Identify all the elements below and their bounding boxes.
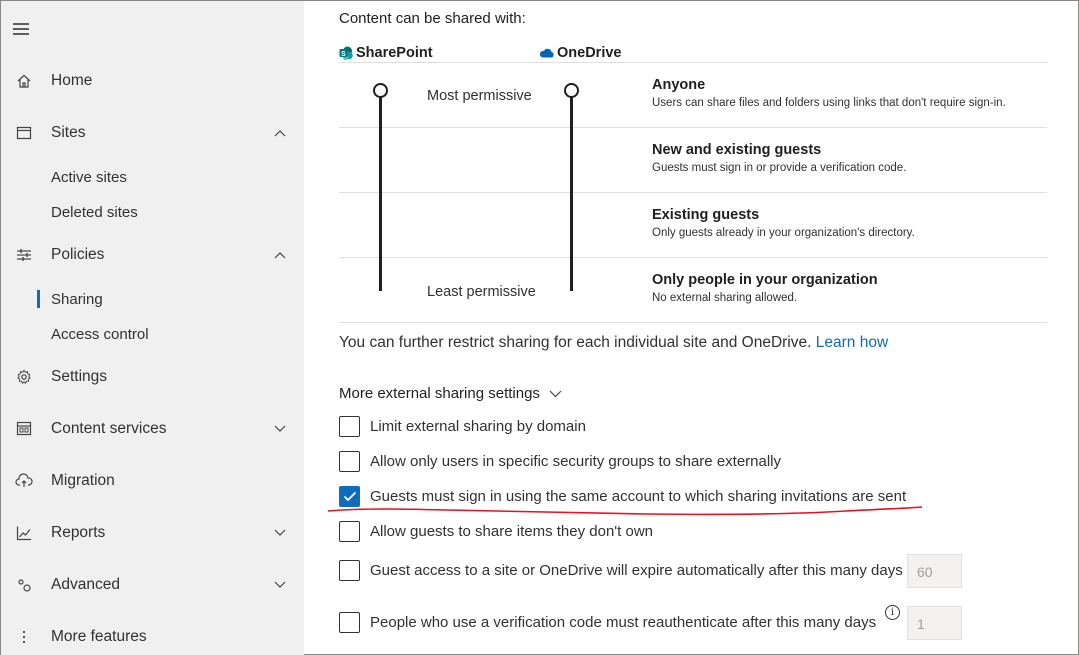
nav-access-control-label: Access control	[51, 325, 149, 343]
option-label: People who use a verification code must …	[370, 614, 877, 631]
nav-migration-label: Migration	[51, 472, 115, 489]
nav-sharing[interactable]: Sharing	[1, 283, 304, 315]
nav-settings[interactable]: Settings	[1, 359, 304, 395]
divider	[339, 322, 1047, 323]
expire-days-input[interactable]: 60	[907, 554, 962, 588]
nav-sharing-label: Sharing	[51, 290, 103, 308]
chevron-down-icon[interactable]	[273, 578, 287, 592]
restrict-text-body: You can further restrict sharing for eac…	[339, 334, 812, 351]
option-guests-share[interactable]: Allow guests to share items they don't o…	[339, 521, 653, 542]
level-new-existing-title: New and existing guests	[652, 142, 822, 158]
onedrive-slider-track[interactable]	[570, 93, 573, 291]
option-limit-by-domain[interactable]: Limit external sharing by domain	[339, 416, 586, 437]
info-icon[interactable]: i	[885, 605, 900, 620]
option-label: Allow only users in specific security gr…	[370, 453, 782, 470]
onedrive-header: OneDrive	[539, 45, 621, 61]
nav-advanced-label: Advanced	[51, 576, 120, 593]
nav-deleted-sites-label: Deleted sites	[51, 203, 138, 221]
option-label: Allow guests to share items they don't o…	[370, 523, 654, 540]
chevron-down-icon	[549, 390, 562, 397]
svg-text:S: S	[341, 51, 346, 58]
nav-active-sites[interactable]: Active sites	[1, 161, 304, 193]
checkbox[interactable]	[339, 451, 360, 472]
nav-content-services[interactable]: Content services	[1, 411, 304, 447]
checkbox[interactable]	[339, 416, 360, 437]
option-reauthenticate[interactable]: People who use a verification code must …	[339, 612, 876, 633]
advanced-icon	[15, 576, 33, 594]
sharepoint-slider-track[interactable]	[379, 93, 382, 291]
restrict-text: You can further restrict sharing for eac…	[339, 334, 888, 352]
sharepoint-slider-thumb[interactable]	[373, 83, 388, 98]
checkbox[interactable]	[339, 521, 360, 542]
divider	[339, 62, 1047, 63]
level-existing-desc: Only guests already in your organization…	[652, 227, 915, 239]
option-label: Guest access to a site or OneDrive will …	[370, 562, 903, 579]
divider	[339, 192, 1047, 193]
nav-more-features[interactable]: More features	[1, 619, 304, 655]
level-new-existing-desc: Guests must sign in or provide a verific…	[652, 162, 907, 174]
nav-sites-label: Sites	[51, 124, 86, 141]
nav-access-control[interactable]: Access control	[1, 318, 304, 350]
level-existing-title: Existing guests	[652, 207, 760, 223]
more-vertical-icon	[15, 628, 33, 646]
more-settings-label: More external sharing settings	[339, 385, 540, 402]
most-permissive-label: Most permissive	[427, 88, 532, 104]
nav-advanced[interactable]: Advanced	[1, 567, 304, 603]
divider	[339, 257, 1047, 258]
onedrive-label: OneDrive	[557, 45, 622, 61]
divider	[339, 127, 1047, 128]
sharepoint-label: SharePoint	[356, 45, 433, 61]
level-org-only-title: Only people in your organization	[652, 272, 878, 288]
chevron-down-icon[interactable]	[273, 526, 287, 540]
more-external-sharing-toggle[interactable]: More external sharing settings	[339, 385, 562, 402]
nav-migration[interactable]: Migration	[1, 463, 304, 499]
nav-sites[interactable]: Sites	[1, 115, 304, 151]
chevron-up-icon[interactable]	[273, 248, 287, 262]
hamburger-icon[interactable]	[13, 23, 29, 35]
checkbox[interactable]	[339, 612, 360, 633]
least-permissive-label: Least permissive	[427, 284, 536, 300]
nav-home[interactable]: Home	[1, 63, 304, 99]
home-icon	[15, 72, 33, 90]
sliders-icon	[15, 246, 33, 264]
section-title: Content can be shared with:	[339, 10, 526, 27]
nav-settings-label: Settings	[51, 368, 108, 385]
option-label: Limit external sharing by domain	[370, 418, 586, 435]
main-content: Content can be shared with: S SharePoint…	[304, 1, 1079, 655]
nav-policies-label: Policies	[51, 246, 105, 263]
nav-home-label: Home	[51, 72, 93, 89]
learn-how-link[interactable]: Learn how	[816, 334, 888, 351]
active-indicator	[37, 290, 40, 308]
cloud-upload-icon	[15, 472, 33, 490]
option-security-groups[interactable]: Allow only users in specific security gr…	[339, 451, 781, 472]
level-anyone-title: Anyone	[652, 77, 706, 93]
nav-content-services-label: Content services	[51, 420, 167, 437]
left-navigation: Home Sites Active sites Deleted sites Po…	[1, 1, 304, 655]
sharepoint-icon: S	[339, 46, 353, 60]
content-services-icon	[15, 420, 33, 438]
reauth-days-input[interactable]: 1	[907, 606, 962, 640]
nav-reports-label: Reports	[51, 524, 106, 541]
option-guest-expire[interactable]: Guest access to a site or OneDrive will …	[339, 560, 903, 581]
checkbox[interactable]	[339, 560, 360, 581]
onedrive-slider-thumb[interactable]	[564, 83, 579, 98]
nav-reports[interactable]: Reports	[1, 515, 304, 551]
nav-policies[interactable]: Policies	[1, 237, 304, 273]
nav-deleted-sites[interactable]: Deleted sites	[1, 196, 304, 228]
onedrive-cloud-icon	[539, 48, 554, 58]
chevron-up-icon[interactable]	[273, 126, 287, 140]
sites-icon	[15, 124, 33, 142]
line-chart-icon	[15, 524, 33, 542]
checkmark-icon	[343, 491, 356, 502]
chevron-down-icon[interactable]	[273, 422, 287, 436]
nav-active-sites-label: Active sites	[51, 168, 127, 186]
sharepoint-header: S SharePoint	[339, 45, 433, 61]
gear-icon	[15, 368, 33, 386]
level-org-only-desc: No external sharing allowed.	[652, 292, 798, 304]
nav-more-features-label: More features	[51, 628, 147, 645]
level-anyone-desc: Users can share files and folders using …	[652, 97, 1006, 109]
red-underline-annotation	[327, 506, 923, 516]
